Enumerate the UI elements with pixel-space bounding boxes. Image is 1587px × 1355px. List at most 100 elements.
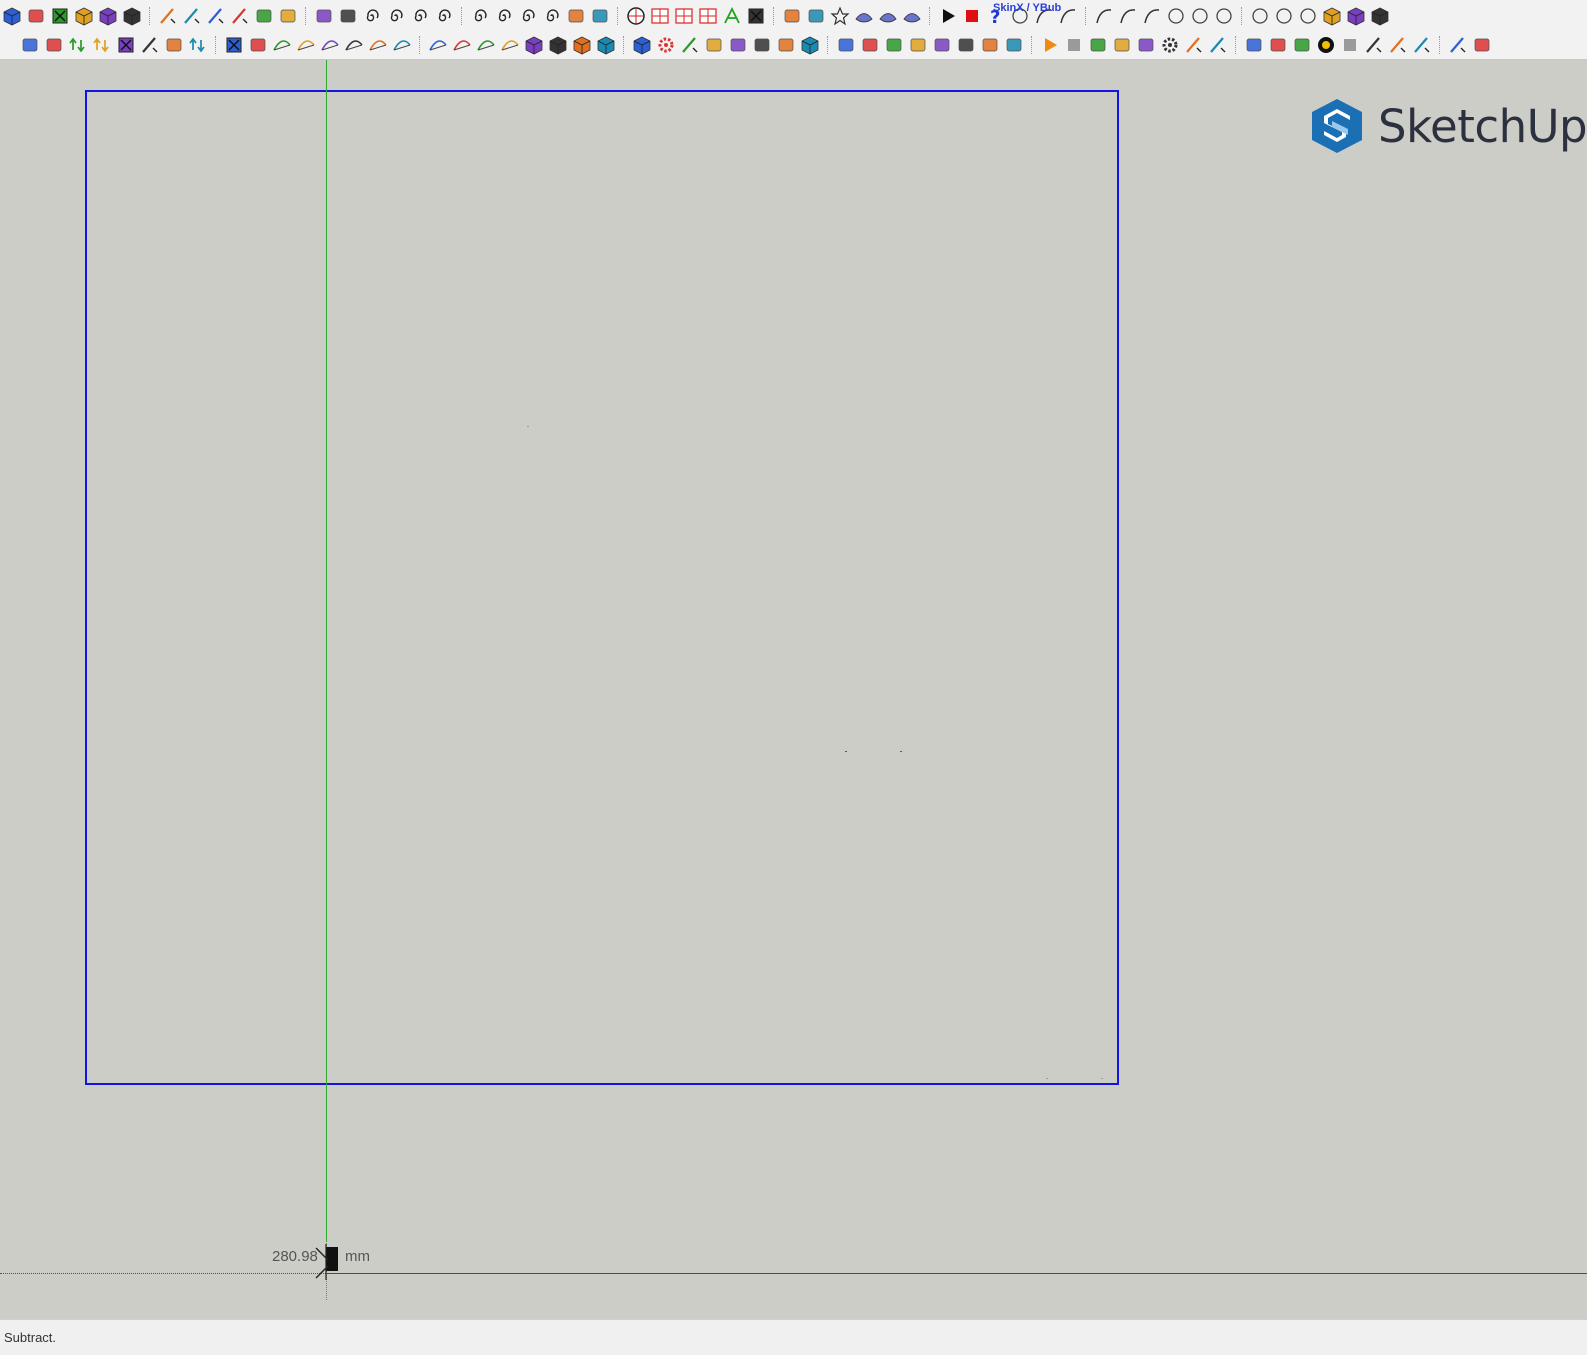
solid-5-icon[interactable] [632,35,652,55]
scale-2-icon[interactable] [980,35,1000,55]
spiral-7-icon[interactable] [518,6,538,26]
note-icon[interactable] [1292,35,1312,55]
skin-3-icon[interactable] [902,6,922,26]
sel-2-icon[interactable] [44,35,64,55]
surface-3-icon[interactable] [320,35,340,55]
eraser-icon[interactable] [1268,35,1288,55]
selected-rectangle[interactable] [85,90,1119,1085]
cylinder-icon[interactable] [782,6,802,26]
arrows-red-icon[interactable] [116,35,136,55]
wedge-icon[interactable] [860,35,880,55]
ruler-1-icon[interactable] [1184,35,1204,55]
pen-blue-icon[interactable] [206,6,226,26]
flag-icon[interactable] [1004,35,1024,55]
solid-1-icon[interactable] [524,35,544,55]
box-blue-icon[interactable] [2,6,22,26]
cap-icon[interactable] [836,35,856,55]
gear-green-icon[interactable] [656,35,676,55]
surface-5-icon[interactable] [368,35,388,55]
spiral-1-icon[interactable] [362,6,382,26]
spiral-6-icon[interactable] [494,6,514,26]
surface-2-icon[interactable] [296,35,316,55]
arrows-blue-icon[interactable] [92,35,112,55]
skinx-ybub-label[interactable]: SkinX / YBub [993,2,1061,14]
grid-red-1-icon[interactable] [650,6,670,26]
pentagon-icon[interactable] [1274,6,1294,26]
axis-green-icon[interactable] [722,6,742,26]
spiral-4-icon[interactable] [434,6,454,26]
pen-arrow-icon[interactable] [158,6,178,26]
stop-gray-icon[interactable] [1064,35,1084,55]
box-red-icon[interactable] [1322,6,1342,26]
rotate-red-icon[interactable] [50,6,70,26]
arrow-up-icon[interactable] [68,35,88,55]
stop-red-icon[interactable] [962,6,982,26]
skin-2-icon[interactable] [878,6,898,26]
surface-8-icon[interactable] [452,35,472,55]
sphere-icon[interactable] [806,6,826,26]
play-icon[interactable] [938,6,958,26]
circle-3-icon[interactable] [1214,6,1234,26]
play-orange-icon[interactable] [1040,35,1060,55]
bend-icon[interactable] [590,6,610,26]
lines-red-icon[interactable] [746,6,766,26]
shapes-icon[interactable] [314,6,334,26]
polygon-1-icon[interactable] [1250,6,1270,26]
chart-icon[interactable] [1244,35,1264,55]
angle-green-icon[interactable] [254,6,274,26]
spiral-5-icon[interactable] [470,6,490,26]
record-icon[interactable] [1316,35,1336,55]
spiral-2-icon[interactable] [386,6,406,26]
hand-icon[interactable] [1112,35,1132,55]
knife-icon[interactable] [680,35,700,55]
grid-red-3-icon[interactable] [698,6,718,26]
surface-7-icon[interactable] [428,35,448,55]
snake-icon[interactable] [932,35,952,55]
sel-1-icon[interactable] [20,35,40,55]
arch-icon[interactable] [566,6,586,26]
tool-4-icon[interactable] [1448,35,1468,55]
shield-icon[interactable] [278,6,298,26]
follow-icon[interactable] [728,35,748,55]
stop-record-icon[interactable] [1340,35,1360,55]
box-orange-icon[interactable] [800,35,820,55]
diag-icon[interactable] [140,35,160,55]
pin-icon[interactable] [1136,35,1156,55]
ellipse-icon[interactable] [1298,6,1318,26]
skin-1-icon[interactable] [854,6,874,26]
frame-icon[interactable] [704,35,724,55]
curve-5-icon[interactable] [1142,6,1162,26]
shoe-icon[interactable] [884,35,904,55]
model-viewport[interactable]: SketchUp 280.98 mm [0,60,1587,1319]
scale-1-icon[interactable] [956,35,976,55]
surface-10-icon[interactable] [500,35,520,55]
undo-red-icon[interactable] [224,35,244,55]
box-black-x-icon[interactable] [1370,6,1390,26]
tri-icon[interactable] [164,35,184,55]
paint-bucket-icon[interactable] [752,35,772,55]
pyramid-icon[interactable] [26,6,46,26]
curve-4-icon[interactable] [1118,6,1138,26]
undo-blue-icon[interactable] [188,35,208,55]
surface-4-icon[interactable] [344,35,364,55]
surface-9-icon[interactable] [476,35,496,55]
window-icon[interactable] [1472,35,1492,55]
pen-plus-icon[interactable] [182,6,202,26]
star-icon[interactable] [830,6,850,26]
spiral-3-icon[interactable] [410,6,430,26]
surface-6-icon[interactable] [392,35,412,55]
box-blue-x-icon[interactable] [1346,6,1366,26]
tool-3-icon[interactable] [1412,35,1432,55]
curve-3-icon[interactable] [1094,6,1114,26]
circle-1-icon[interactable] [1166,6,1186,26]
cube-green-icon[interactable] [122,6,142,26]
grid-red-2-icon[interactable] [674,6,694,26]
circle-2-icon[interactable] [1190,6,1210,26]
cube-yellow-icon[interactable] [74,6,94,26]
tool-2-icon[interactable] [1388,35,1408,55]
globe-icon[interactable] [626,6,646,26]
solid-3-icon[interactable] [572,35,592,55]
rack-icon[interactable] [776,35,796,55]
solid-2-icon[interactable] [548,35,568,55]
spiral-8-icon[interactable] [542,6,562,26]
